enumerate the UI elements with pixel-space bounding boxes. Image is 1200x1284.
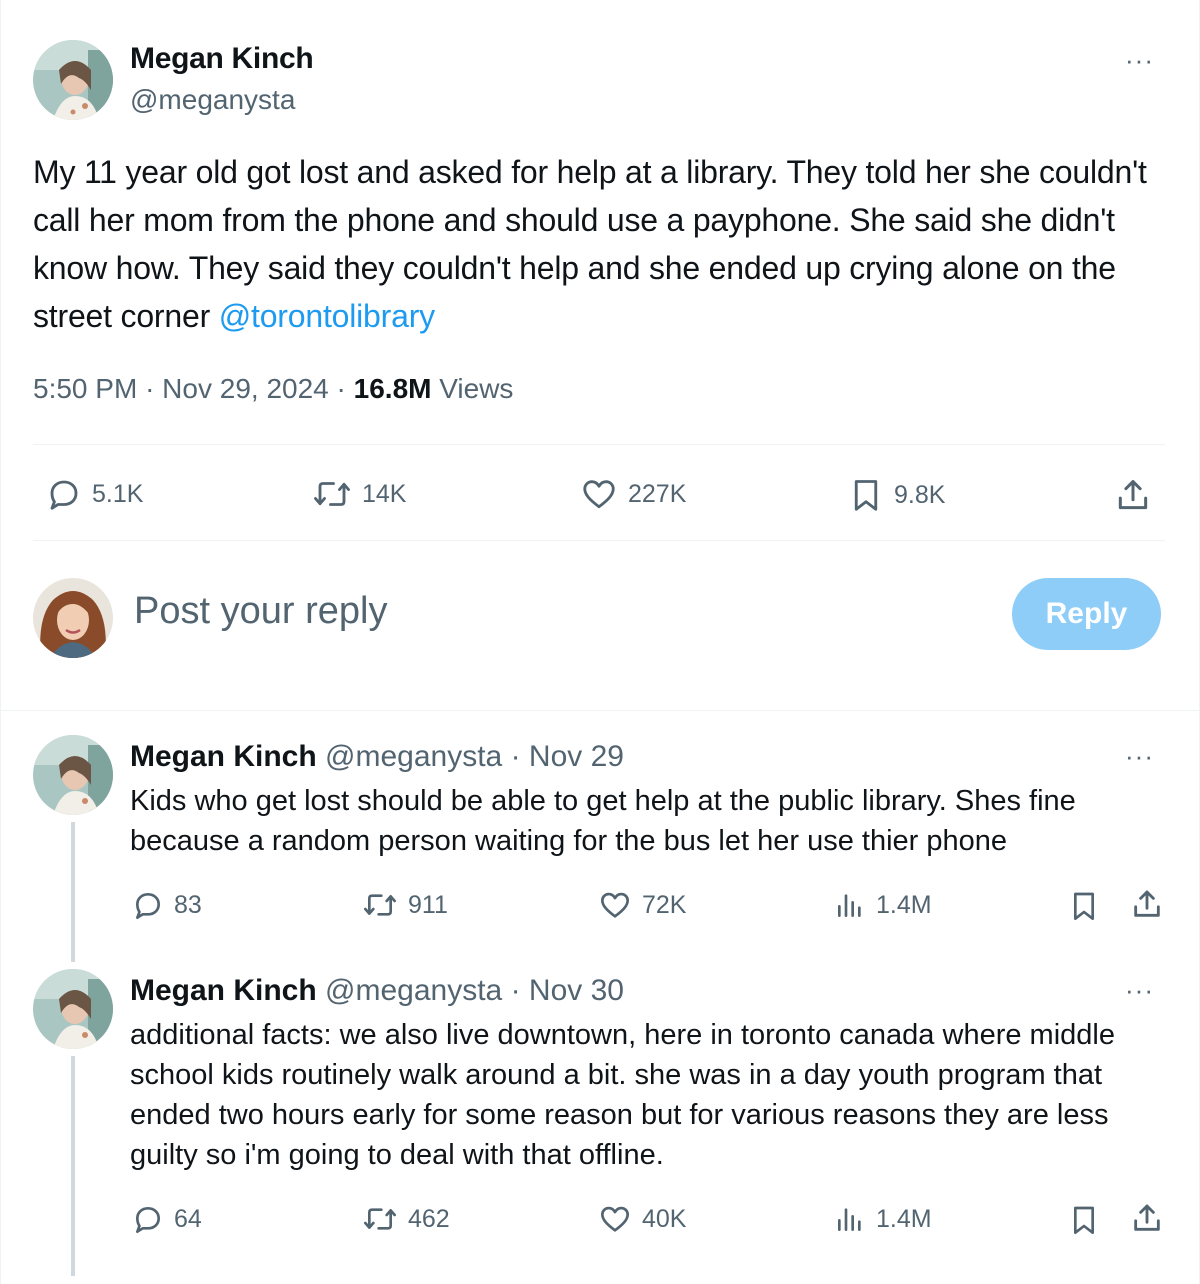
retweet-action[interactable]: 14K bbox=[312, 476, 406, 512]
share-action[interactable] bbox=[1114, 476, 1152, 519]
comment-icon bbox=[50, 480, 78, 510]
divider bbox=[33, 540, 1165, 541]
bookmark-action[interactable] bbox=[1068, 889, 1100, 928]
retweet-icon bbox=[364, 1208, 396, 1230]
retweet-action[interactable]: 462 bbox=[362, 1203, 450, 1235]
reply-text: additional facts: we also live downtown,… bbox=[130, 1019, 1115, 1171]
retweet-icon bbox=[364, 894, 396, 916]
like-action[interactable]: 40K bbox=[598, 1203, 686, 1235]
bookmark-action[interactable]: 9.8K bbox=[848, 476, 945, 514]
more-icon[interactable]: ··· bbox=[1125, 977, 1165, 1003]
tweet-metadata: 5:50 PM · Nov 29, 2024 · 16.8M Views bbox=[33, 373, 513, 405]
share-icon bbox=[1118, 480, 1148, 510]
reply-header: Megan Kinch @meganysta · Nov 30 bbox=[130, 974, 624, 1008]
meta-separator: · bbox=[145, 373, 155, 404]
more-icon[interactable]: ··· bbox=[1125, 743, 1165, 769]
reply-date[interactable]: Nov 30 bbox=[529, 974, 624, 1007]
views-icon bbox=[838, 1208, 861, 1231]
like-count: 40K bbox=[642, 1204, 687, 1233]
views-count: 16.8M bbox=[353, 373, 432, 404]
views-action[interactable]: 1.4M bbox=[834, 1203, 932, 1235]
reply-input[interactable]: Post your reply bbox=[134, 590, 387, 633]
divider bbox=[33, 444, 1165, 445]
bookmark-icon bbox=[1074, 892, 1094, 920]
retweet-icon bbox=[314, 482, 350, 506]
retweet-count: 911 bbox=[408, 890, 448, 919]
heart-icon bbox=[601, 1206, 629, 1232]
like-action[interactable]: 72K bbox=[598, 889, 686, 921]
reply-count: 64 bbox=[174, 1204, 202, 1233]
reply-action[interactable]: 83 bbox=[132, 889, 202, 921]
bookmark-count: 9.8K bbox=[894, 480, 946, 509]
author-name[interactable]: Megan Kinch bbox=[130, 42, 314, 76]
reply-author-name[interactable]: Megan Kinch bbox=[130, 740, 317, 773]
reply-author-handle[interactable]: @meganysta bbox=[325, 974, 502, 1007]
reply-date[interactable]: Nov 29 bbox=[529, 740, 624, 773]
like-count: 227K bbox=[628, 479, 687, 508]
like-count: 72K bbox=[642, 890, 687, 919]
current-user-avatar[interactable] bbox=[33, 578, 113, 658]
author-handle[interactable]: @meganysta bbox=[130, 84, 295, 116]
like-action[interactable]: 227K bbox=[580, 476, 686, 512]
views-label: Views bbox=[439, 373, 514, 404]
share-action[interactable] bbox=[1130, 1201, 1164, 1240]
share-action[interactable] bbox=[1130, 887, 1164, 926]
meta-separator: · bbox=[510, 740, 521, 773]
tweet-text: My 11 year old got lost and asked for he… bbox=[33, 148, 1173, 340]
reply-count: 83 bbox=[174, 890, 202, 919]
tweet-date[interactable]: Nov 29, 2024 bbox=[162, 373, 329, 404]
views-action[interactable]: 1.4M bbox=[834, 889, 932, 921]
views-icon bbox=[838, 894, 861, 917]
bookmark-icon bbox=[1074, 1206, 1094, 1234]
heart-icon bbox=[601, 892, 629, 918]
author-avatar[interactable] bbox=[33, 40, 113, 120]
meta-separator: · bbox=[336, 373, 346, 404]
heart-icon bbox=[583, 480, 615, 509]
reply-author-handle[interactable]: @meganysta bbox=[325, 740, 502, 773]
comment-icon bbox=[136, 1207, 160, 1233]
reply-author-avatar[interactable] bbox=[33, 735, 113, 815]
reply-author-avatar[interactable] bbox=[33, 969, 113, 1049]
more-icon[interactable]: ··· bbox=[1125, 47, 1165, 73]
thread-line bbox=[71, 1056, 75, 1276]
reply-text: Kids who get lost should be able to get … bbox=[130, 785, 1076, 857]
reply-header: Megan Kinch @meganysta · Nov 29 bbox=[130, 740, 624, 774]
share-icon bbox=[1134, 890, 1160, 917]
reply-action[interactable]: 5.1K bbox=[46, 476, 143, 512]
tweet-time[interactable]: 5:50 PM bbox=[33, 373, 137, 404]
views-count: 1.4M bbox=[876, 1204, 932, 1233]
retweet-count: 462 bbox=[408, 1204, 450, 1233]
views-count: 1.4M bbox=[876, 890, 932, 919]
section-divider bbox=[0, 710, 1200, 711]
reply-button[interactable]: Reply bbox=[1012, 578, 1161, 650]
retweet-count: 14K bbox=[362, 479, 407, 508]
meta-separator: · bbox=[510, 974, 521, 1007]
reply-action[interactable]: 64 bbox=[132, 1203, 202, 1235]
mention-link[interactable]: @torontolibrary bbox=[219, 298, 435, 334]
share-icon bbox=[1134, 1204, 1160, 1231]
tweet-body: My 11 year old got lost and asked for he… bbox=[33, 154, 1147, 334]
reply-count: 5.1K bbox=[92, 479, 144, 508]
bookmark-action[interactable] bbox=[1068, 1203, 1100, 1242]
reply-author-name[interactable]: Megan Kinch bbox=[130, 974, 317, 1007]
bookmark-icon bbox=[854, 480, 878, 511]
retweet-action[interactable]: 911 bbox=[362, 889, 448, 921]
thread-line bbox=[71, 822, 75, 962]
comment-icon bbox=[136, 893, 160, 919]
